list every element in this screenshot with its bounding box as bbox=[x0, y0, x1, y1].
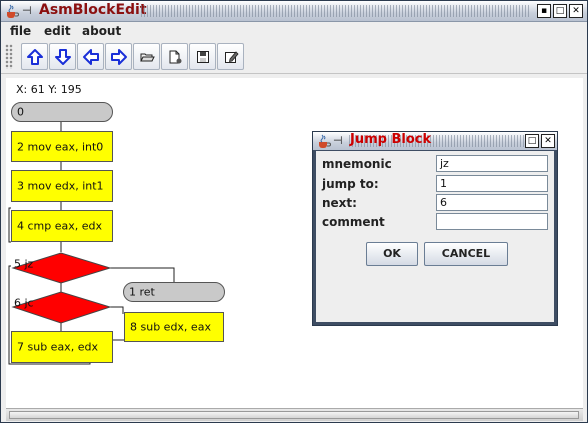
arrow-left-icon bbox=[82, 48, 99, 65]
java-cup-icon bbox=[319, 134, 331, 148]
block-7-label: 7 sub eax, edx bbox=[17, 340, 98, 354]
new-document-icon bbox=[169, 50, 181, 63]
jump-to-field[interactable]: 1 bbox=[436, 175, 548, 192]
next-field[interactable]: 6 bbox=[436, 194, 548, 211]
dialog-maximize-button[interactable]: □ bbox=[525, 134, 539, 148]
dialog-body: mnemonic jz jump to: 1 next: 6 comment O… bbox=[316, 151, 554, 322]
open-folder-icon bbox=[139, 53, 155, 61]
new-button[interactable] bbox=[161, 43, 188, 70]
block-1-label: 1 ret bbox=[129, 285, 155, 299]
flow-block-5[interactable]: 5 jz bbox=[9, 256, 59, 272]
window-title: AsmBlockEdit bbox=[39, 2, 147, 18]
menu-file[interactable]: file bbox=[10, 24, 31, 38]
mnemonic-label: mnemonic bbox=[322, 157, 392, 171]
flow-block-3[interactable]: 3 mov edx, int1 bbox=[11, 170, 113, 202]
toolbar-grip[interactable] bbox=[5, 44, 13, 69]
block-3-label: 3 mov edx, int1 bbox=[17, 179, 104, 193]
scrollbar-thumb[interactable] bbox=[9, 411, 579, 419]
flow-block-8[interactable]: 8 sub edx, eax bbox=[124, 312, 224, 342]
flow-block-1[interactable]: 1 ret bbox=[123, 282, 225, 302]
block-2-label: 2 mov eax, int0 bbox=[17, 140, 104, 153]
maximize-button[interactable]: □ bbox=[553, 4, 567, 18]
cancel-button[interactable]: CANCEL bbox=[424, 242, 508, 266]
mnemonic-field[interactable]: jz bbox=[436, 155, 548, 172]
minimize-button[interactable]: ▪ bbox=[537, 4, 551, 18]
block-5-label: 5 jz bbox=[14, 257, 34, 271]
flow-block-4[interactable]: 4 cmp eax, edx bbox=[11, 210, 113, 242]
next-label: next: bbox=[322, 196, 357, 210]
dialog-title-bar[interactable]: ⊣ Jump Block □ ✕ bbox=[313, 132, 557, 150]
horizontal-scrollbar[interactable] bbox=[6, 408, 583, 421]
edit-button[interactable] bbox=[217, 43, 244, 70]
arrow-down-icon bbox=[54, 48, 71, 65]
arrow-right-icon bbox=[110, 48, 127, 65]
open-button[interactable] bbox=[133, 43, 160, 70]
flow-block-0[interactable]: 0 bbox=[11, 102, 113, 122]
ok-button[interactable]: OK bbox=[366, 242, 418, 266]
flow-block-7[interactable]: 7 sub eax, edx bbox=[11, 331, 113, 363]
pin-icon[interactable]: ⊣ bbox=[22, 4, 32, 17]
block-6-label: 6 jc bbox=[14, 296, 34, 310]
toolbar bbox=[1, 40, 587, 74]
comment-label: comment bbox=[322, 215, 385, 229]
arrow-up-icon bbox=[26, 48, 43, 65]
jump-to-label: jump to: bbox=[322, 177, 379, 191]
block-4-label: 4 cmp eax, edx bbox=[17, 219, 103, 233]
pin-icon[interactable]: ⊣ bbox=[333, 134, 343, 147]
move-left-button[interactable] bbox=[77, 43, 104, 70]
dialog-close-button[interactable]: ✕ bbox=[541, 134, 555, 148]
title-bar[interactable]: ⊣ AsmBlockEdit ▪ □ ✕ bbox=[1, 1, 587, 22]
save-icon bbox=[196, 50, 209, 63]
move-down-button[interactable] bbox=[49, 43, 76, 70]
move-up-button[interactable] bbox=[21, 43, 48, 70]
dialog-title: Jump Block bbox=[350, 132, 432, 147]
flow-block-6[interactable]: 6 jc bbox=[9, 295, 59, 311]
save-button[interactable] bbox=[189, 43, 216, 70]
menu-about[interactable]: about bbox=[82, 24, 121, 38]
close-button[interactable]: ✕ bbox=[569, 4, 583, 18]
menu-bar: file edit about bbox=[1, 22, 587, 40]
jump-block-dialog: ⊣ Jump Block □ ✕ mnemonic jz jump to: 1 … bbox=[312, 131, 558, 326]
java-cup-icon bbox=[7, 4, 19, 18]
flow-block-2[interactable]: 2 mov eax, int0 bbox=[11, 131, 113, 162]
comment-field[interactable] bbox=[436, 213, 548, 230]
move-right-button[interactable] bbox=[105, 43, 132, 70]
block-8-label: 8 sub edx, eax bbox=[130, 320, 211, 334]
edit-icon bbox=[224, 50, 239, 63]
menu-edit[interactable]: edit bbox=[44, 24, 71, 38]
title-grip bbox=[141, 5, 529, 17]
block-0-label: 0 bbox=[17, 105, 24, 119]
